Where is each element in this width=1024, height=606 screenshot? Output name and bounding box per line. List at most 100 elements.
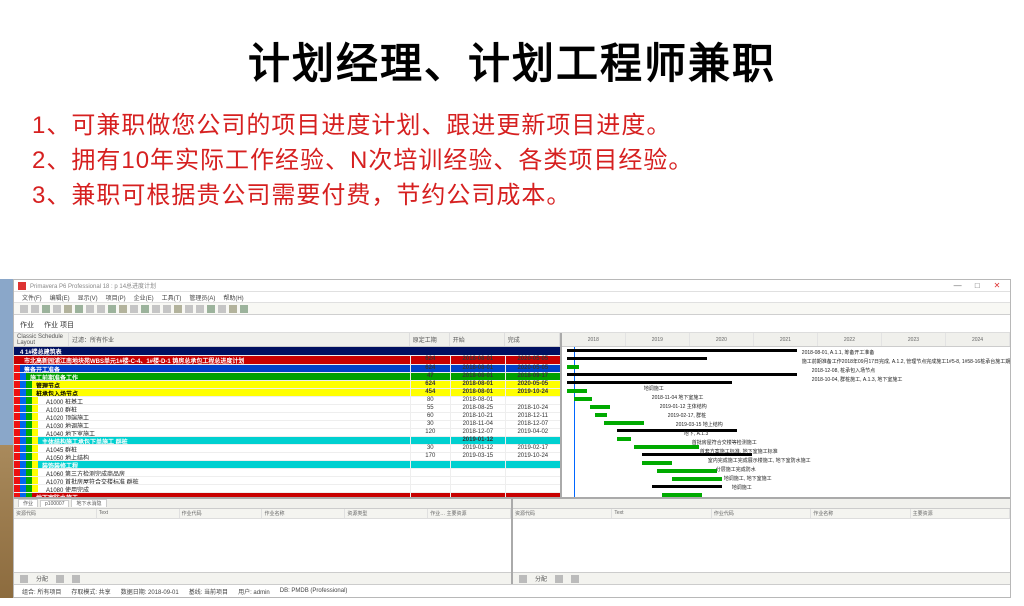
gantt-bar[interactable] xyxy=(595,413,607,417)
detail-col: 资源代码 xyxy=(14,509,97,518)
toolbar-icon[interactable] xyxy=(53,305,61,313)
activity-table-pane: Classic Schedule Layout 过滤：所有作业 原定工期 开始 … xyxy=(14,333,562,497)
close-icon[interactable]: ✕ xyxy=(988,281,1006,290)
toolbar-icon[interactable] xyxy=(141,305,149,313)
gantt-label: 首套方案施工标准, 地下室施工标准 xyxy=(700,448,778,455)
table-row[interactable]: A1030 地调施工302018-11-042018-12-07 xyxy=(14,421,560,429)
panel-tabs: 作业 作业 项目 xyxy=(14,315,1010,333)
table-row[interactable]: A1010 群桩552018-08-252018-10-24 xyxy=(14,405,560,413)
toolbar-icon[interactable] xyxy=(75,305,83,313)
software-screenshot: Primavera P6 Professional 18 : p 14总进度计划… xyxy=(13,279,1011,598)
gantt-label: 2018-12-08, 桩承包入场节点 xyxy=(812,367,875,374)
status-bar: 组合: 所有项目 存取模式: 共享 数据日期: 2018-09-01 基线: 当… xyxy=(14,584,1010,597)
toolbar-icon[interactable] xyxy=(42,305,50,313)
col-finish: 完成 xyxy=(505,333,560,346)
gantt-bar[interactable] xyxy=(567,373,797,376)
table-row[interactable]: A1060 第三方检测完成商品房 xyxy=(14,469,560,477)
table-row[interactable]: A1050 地上结构1702019-03-152019-10-24 xyxy=(14,453,560,461)
toolbar-icon[interactable] xyxy=(240,305,248,313)
menu-help[interactable]: 帮助(H) xyxy=(223,293,243,302)
gantt-bar[interactable] xyxy=(567,349,797,352)
detail-pane-right: 资源代码 Text 作业代码 作业名称 主要资源 分配 xyxy=(513,499,1010,584)
toolbar-icon[interactable] xyxy=(207,305,215,313)
gantt-bar[interactable] xyxy=(567,365,579,369)
toolbar-icon[interactable] xyxy=(218,305,226,313)
table-row[interactable]: 地下室防水施工 xyxy=(14,493,560,497)
menu-edit[interactable]: 编辑(E) xyxy=(50,293,70,302)
gantt-bar[interactable] xyxy=(642,461,672,465)
toolbar-icon[interactable] xyxy=(20,305,28,313)
gantt-bar[interactable] xyxy=(662,493,702,497)
detail-tab[interactable]: 地下水消隐 xyxy=(71,499,106,507)
toolbar-icon[interactable] xyxy=(229,305,237,313)
detail-col: Text xyxy=(612,509,711,518)
table-row[interactable]: A1000 桩基工802018-08-01 xyxy=(14,397,560,405)
bullet-list: 1、可兼职做您公司的项目进度计划、跟进更新项目进度。 2、拥有10年实际工作经验… xyxy=(0,109,1024,213)
tab-activities-2[interactable]: 作业 项目 xyxy=(44,320,74,330)
toolbar-icon[interactable] xyxy=(31,305,39,313)
table-row[interactable]: 施工前期准备工作472018-08-012018-09-17 xyxy=(14,373,560,381)
detail-col: 主要资源 xyxy=(911,509,1010,518)
toolbar-icon[interactable] xyxy=(174,305,182,313)
detail-tabs-left: 作业 p100007 地下水消隐 xyxy=(14,499,511,509)
detail-col: 作业… 主要资源 xyxy=(428,509,511,518)
bullet-1: 1、可兼职做您公司的项目进度计划、跟进更新项目进度。 xyxy=(32,109,992,144)
toolbar-icon[interactable] xyxy=(64,305,72,313)
menu-tools[interactable]: 工具(T) xyxy=(162,293,182,302)
table-row[interactable]: 主体结构施工承包下单施工 群桩2019-01-12 xyxy=(14,437,560,445)
gantt-pane[interactable]: 2018201920202021202220232024 2018-08-01,… xyxy=(562,333,1010,497)
gantt-bar[interactable] xyxy=(617,437,631,441)
gantt-bar[interactable] xyxy=(657,469,717,473)
toolbar-icon[interactable] xyxy=(185,305,193,313)
status-db: DB: PMDB (Professional) xyxy=(280,588,348,594)
detail-tab[interactable]: p100007 xyxy=(40,500,69,507)
detail-tab[interactable]: 作业 xyxy=(18,499,38,507)
maximize-icon[interactable]: □ xyxy=(968,281,986,290)
gantt-bar[interactable] xyxy=(567,389,587,393)
menu-enterprise[interactable]: 企业(E) xyxy=(134,293,154,302)
table-row[interactable]: 管理节点6242018-08-012020-05-05 xyxy=(14,381,560,389)
table-row[interactable]: A1080 使用完成 xyxy=(14,485,560,493)
toolbar-icon[interactable] xyxy=(130,305,138,313)
window-title: Primavera P6 Professional 18 : p 14总进度计划 xyxy=(30,281,156,290)
gantt-bar[interactable] xyxy=(604,421,644,425)
status-baseline: 基线: 当前项目 xyxy=(189,587,228,596)
table-row[interactable]: 装饰装修工程 xyxy=(14,461,560,469)
gantt-bar[interactable] xyxy=(672,477,722,481)
gantt-bar[interactable] xyxy=(617,429,737,432)
gantt-bar[interactable] xyxy=(652,485,722,488)
minimize-icon[interactable]: — xyxy=(949,281,967,290)
menu-view[interactable]: 显示(V) xyxy=(78,293,98,302)
toolbar-icon[interactable] xyxy=(196,305,204,313)
menu-project[interactable]: 项目(P) xyxy=(106,293,126,302)
table-row[interactable]: A1045 群桩302019-01-122019-02-17 xyxy=(14,445,560,453)
slide-title: 计划经理、计划工程师兼职 xyxy=(0,30,1024,91)
tab-activities-1[interactable]: 作业 xyxy=(20,320,34,330)
detail-col: 资源类型 xyxy=(345,509,428,518)
toolbar-icon[interactable] xyxy=(108,305,116,313)
gantt-bar[interactable] xyxy=(567,381,732,384)
detail-header-right: 资源代码 Text 作业代码 作业名称 主要资源 xyxy=(513,509,1010,519)
toolbar-icon[interactable] xyxy=(152,305,160,313)
toolbar-icon[interactable] xyxy=(119,305,127,313)
col-name: 过滤：所有作业 xyxy=(69,333,410,346)
gantt-bar[interactable] xyxy=(634,445,699,449)
toolbar-icon[interactable] xyxy=(86,305,94,313)
table-row[interactable]: A1070 首批房屋符合交楼标准 群桩 xyxy=(14,477,560,485)
gantt-bar[interactable] xyxy=(574,397,592,401)
table-row[interactable]: 桩承包入场节点4542018-08-012019-10-24 xyxy=(14,389,560,397)
toolbar-icon[interactable] xyxy=(97,305,105,313)
toolbar-icon[interactable] xyxy=(163,305,171,313)
menu-admin[interactable]: 管理员(A) xyxy=(189,293,215,302)
table-row[interactable]: A1020 顶端施工602018-10-212018-12-11 xyxy=(14,413,560,421)
gantt-chart-body: 2018-08-01, A.1.1, 筹备开工准备施工前期准备工作2018年09… xyxy=(562,347,1010,497)
menu-file[interactable]: 文件(F) xyxy=(22,293,42,302)
gantt-bar[interactable] xyxy=(567,357,707,360)
timeline-year: 2024 xyxy=(946,333,1010,346)
gantt-bar[interactable] xyxy=(590,405,610,409)
table-row[interactable]: 筹备开工准备6242018-08-012020-05-05 xyxy=(14,365,560,373)
gantt-label: 分层施工完成防水 xyxy=(716,466,756,473)
table-row[interactable]: A1040 地下室施工1202018-12-072019-04-02 xyxy=(14,429,560,437)
gantt-label: 2019-03-15 地上结构 xyxy=(676,421,723,428)
table-body[interactable]: 4 1#楼总建筑表市北高新园浦江南地块苑WBS单元1#楼-C-4、1#楼-D-1… xyxy=(14,347,560,497)
